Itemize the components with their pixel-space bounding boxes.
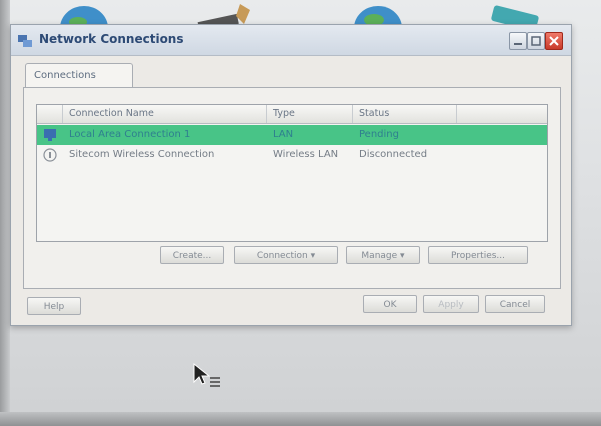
connection-type: Wireless LAN bbox=[273, 149, 339, 160]
connection-name: Sitecom Wireless Connection bbox=[69, 149, 215, 160]
mouse-cursor-icon bbox=[193, 362, 220, 387]
cancel-button[interactable]: Cancel bbox=[485, 295, 545, 313]
monitor-bezel-bottom bbox=[0, 412, 601, 426]
maximize-button[interactable] bbox=[527, 32, 545, 50]
network-connections-icon bbox=[18, 35, 32, 47]
manage-menu-button[interactable]: Manage ▾ bbox=[346, 246, 420, 264]
connections-panel: Connection Name Type Status Local Area C… bbox=[23, 87, 561, 289]
apply-button[interactable]: Apply bbox=[423, 295, 479, 313]
column-header-name[interactable]: Connection Name bbox=[63, 105, 267, 123]
tab-connections[interactable]: Connections bbox=[25, 63, 133, 88]
ok-button[interactable]: OK bbox=[363, 295, 417, 313]
column-header-type[interactable]: Type bbox=[267, 105, 353, 123]
minimize-button[interactable] bbox=[509, 32, 527, 50]
minimize-icon bbox=[514, 43, 522, 45]
title-bar[interactable]: Network Connections bbox=[11, 25, 571, 56]
connections-list[interactable]: Connection Name Type Status Local Area C… bbox=[36, 104, 548, 242]
wireless-network-icon bbox=[43, 148, 57, 162]
properties-button[interactable]: Properties... bbox=[428, 246, 528, 264]
wired-network-icon bbox=[44, 129, 56, 141]
maximize-icon bbox=[531, 36, 541, 46]
list-header: Connection Name Type Status bbox=[37, 105, 547, 124]
column-header-status[interactable]: Status bbox=[353, 105, 457, 123]
connection-type: LAN bbox=[273, 129, 294, 140]
create-button[interactable]: Create... bbox=[160, 246, 224, 264]
network-connections-dialog: Network Connections Connections Connecti… bbox=[10, 24, 572, 326]
dropdown-arrow-icon: ▾ bbox=[400, 251, 405, 261]
window-title: Network Connections bbox=[39, 32, 184, 46]
help-button[interactable]: Help bbox=[27, 297, 81, 315]
connection-menu-button[interactable]: Connection ▾ bbox=[234, 246, 338, 264]
connection-status: Disconnected bbox=[359, 149, 428, 160]
close-button[interactable] bbox=[545, 32, 563, 50]
connection-button-label: Connection bbox=[256, 251, 308, 261]
column-header-icon bbox=[37, 105, 63, 123]
connection-name: Local Area Connection 1 bbox=[69, 129, 191, 140]
close-icon bbox=[549, 36, 559, 46]
manage-button-label: Manage bbox=[361, 251, 398, 261]
monitor-bezel-left bbox=[0, 0, 10, 426]
list-item[interactable]: Sitecom Wireless Connection Wireless LAN… bbox=[37, 145, 547, 165]
connection-status: Pending bbox=[359, 129, 399, 140]
list-item[interactable]: Local Area Connection 1 LAN Pending bbox=[37, 125, 547, 145]
dropdown-arrow-icon: ▾ bbox=[310, 251, 316, 261]
